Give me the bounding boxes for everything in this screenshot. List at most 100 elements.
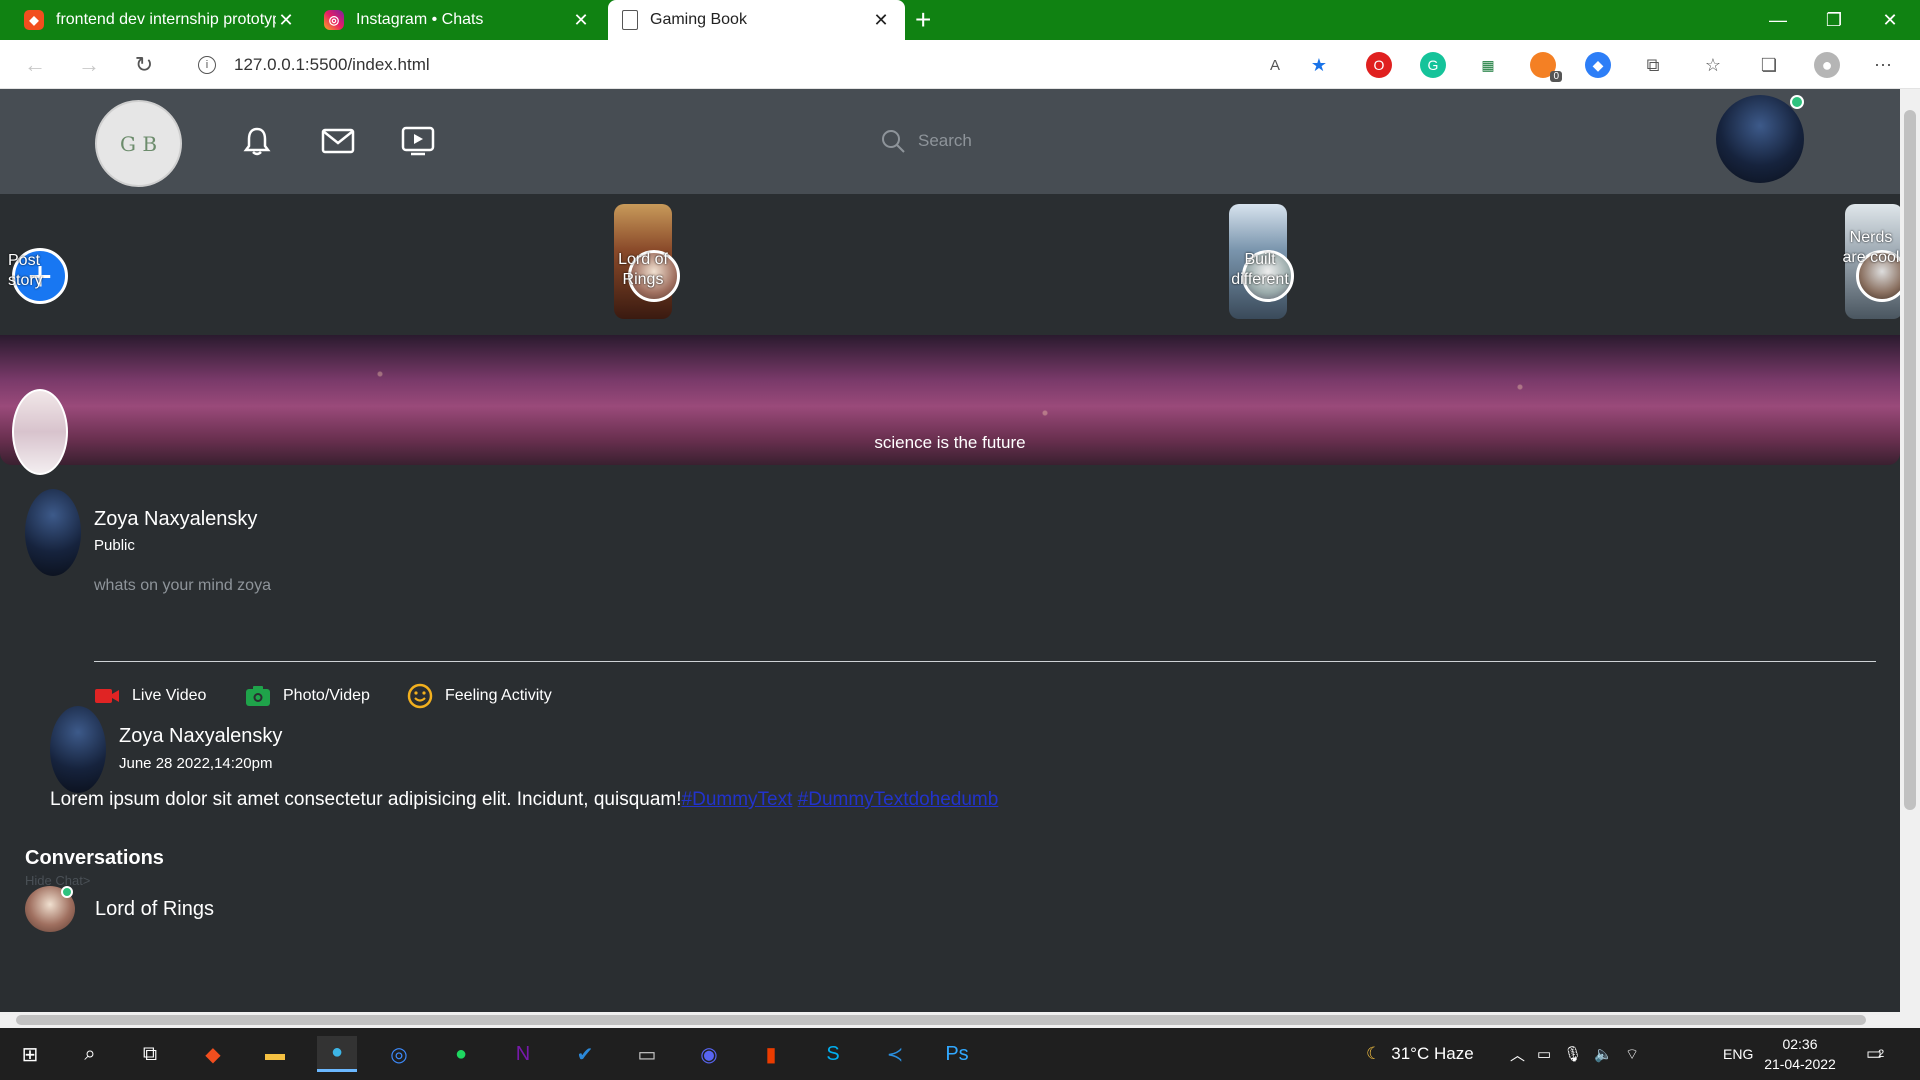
- network-icon[interactable]: ⌔: [1625, 1045, 1639, 1064]
- video-camera-icon: [94, 683, 120, 709]
- windows-taskbar: ⊞ ⌕ ⧉ ◆ ▬ ● ◎ ● N ✔ ▭ ◉ ▮ S ≺ Ps ☾ 31°C …: [0, 1028, 1920, 1080]
- smiley-icon: [407, 683, 433, 709]
- file-explorer-icon[interactable]: ▬: [255, 1036, 295, 1072]
- refresh-icon[interactable]: ↻: [127, 48, 161, 82]
- chevron-up-icon[interactable]: ︿: [1510, 1044, 1525, 1065]
- search-bar: [880, 125, 1180, 157]
- post-text: Lorem ipsum dolor sit amet consectetur a…: [50, 789, 682, 810]
- spotify-icon[interactable]: ●: [441, 1036, 481, 1072]
- office-icon[interactable]: ▮: [751, 1036, 791, 1072]
- site-header: G B: [0, 89, 1900, 194]
- onenote-icon[interactable]: N: [503, 1036, 543, 1072]
- horizontal-scrollbar-thumb[interactable]: [16, 1015, 1866, 1025]
- todo-check-icon[interactable]: ✔: [565, 1036, 605, 1072]
- vscode-icon[interactable]: ≺: [875, 1036, 915, 1072]
- collections-icon[interactable]: ❏: [1756, 52, 1782, 78]
- page-viewport: G B + Post story Lord of Rings Built dif…: [0, 89, 1900, 1012]
- site-logo[interactable]: G B: [95, 100, 182, 187]
- opera-icon[interactable]: O: [1366, 52, 1392, 78]
- close-tab-icon[interactable]: ✕: [571, 10, 591, 31]
- extensions-puzzle-icon[interactable]: ⧉: [1640, 52, 1666, 78]
- post-composer-input[interactable]: [94, 577, 1874, 595]
- extension-orange-icon[interactable]: 0: [1530, 52, 1562, 82]
- sheets-icon[interactable]: ▦: [1475, 52, 1501, 78]
- composer-avatar: [25, 489, 81, 576]
- story-label: Lord of Rings: [618, 251, 668, 288]
- edge-browser-icon[interactable]: ●: [317, 1036, 357, 1072]
- tab-instagram[interactable]: ◎ Instagram • Chats ✕: [310, 0, 605, 40]
- search-input[interactable]: [918, 131, 1158, 151]
- post-story-label: Post story: [8, 252, 43, 289]
- search-icon[interactable]: [880, 128, 906, 154]
- banner-avatar[interactable]: [12, 389, 68, 475]
- more-menu-icon[interactable]: ⋯: [1870, 52, 1896, 78]
- git-app-icon[interactable]: ◆: [193, 1036, 233, 1072]
- instagram-icon: ◎: [324, 10, 344, 30]
- story-label: Nerds are cool: [1842, 229, 1900, 266]
- system-tray-icons: ︿ ▭ 🎙 🔈 ⌔: [1510, 1028, 1651, 1080]
- composer-username: Zoya Naxyalensky: [94, 508, 258, 530]
- weather-widget[interactable]: ☾ 31°C Haze: [1366, 1028, 1474, 1080]
- profile-icon[interactable]: ●: [1814, 52, 1840, 78]
- live-video-button[interactable]: Live Video: [94, 681, 206, 711]
- page-icon: [622, 10, 638, 30]
- tab-gaming-book[interactable]: Gaming Book ✕: [608, 0, 905, 40]
- weather-moon-icon: ☾: [1366, 1044, 1382, 1063]
- skype-icon[interactable]: S: [813, 1036, 853, 1072]
- profile-avatar[interactable]: [1716, 95, 1804, 183]
- post-author-avatar[interactable]: [50, 706, 106, 793]
- composer-divider: [94, 661, 1876, 662]
- url-field[interactable]: i 127.0.0.1:5500/index.html: [180, 46, 1345, 83]
- info-icon[interactable]: i: [198, 55, 216, 74]
- address-bar: ← → ↻ i 127.0.0.1:5500/index.html A ★ O …: [0, 40, 1920, 89]
- figma-icon: ◆: [24, 10, 44, 30]
- feeling-activity-button[interactable]: Feeling Activity: [407, 681, 552, 711]
- windows-start-icon[interactable]: ⊞: [10, 1036, 50, 1072]
- online-status-dot: [61, 886, 73, 898]
- photoshop-icon[interactable]: Ps: [937, 1036, 977, 1072]
- discord-icon[interactable]: ◉: [689, 1036, 729, 1072]
- notification-bell-icon[interactable]: [237, 121, 277, 161]
- conversation-item[interactable]: Lord of Rings: [25, 885, 214, 933]
- forward-icon[interactable]: →: [72, 48, 106, 82]
- minimize-icon[interactable]: —: [1750, 0, 1806, 40]
- tab-figma[interactable]: ◆ frontend dev internship prototyp ✕: [10, 0, 310, 40]
- post-body: Lorem ipsum dolor sit amet consectetur a…: [50, 789, 998, 811]
- post-timestamp: June 28 2022,14:20pm: [119, 755, 273, 772]
- microphone-icon[interactable]: 🎙: [1563, 1045, 1582, 1063]
- back-icon[interactable]: ←: [18, 48, 52, 82]
- terminal-icon[interactable]: ▭: [627, 1036, 667, 1072]
- hashtag-link[interactable]: #DummyTextdohedumb: [798, 789, 999, 810]
- volume-icon[interactable]: 🔈: [1594, 1045, 1613, 1063]
- extension-blue-icon[interactable]: ◆: [1585, 52, 1611, 78]
- safari-compass-icon[interactable]: ◎: [379, 1036, 419, 1072]
- camera-icon: [245, 683, 271, 709]
- task-view-icon[interactable]: ⧉: [130, 1036, 170, 1072]
- search-icon[interactable]: ⌕: [70, 1036, 110, 1072]
- mail-icon[interactable]: [318, 121, 358, 161]
- favorites-icon[interactable]: ☆: [1700, 52, 1726, 78]
- story-label: Built different: [1231, 251, 1289, 288]
- favorite-star-icon[interactable]: ★: [1306, 52, 1332, 78]
- read-aloud-icon[interactable]: A: [1262, 52, 1288, 78]
- conversation-name: Lord of Rings: [95, 897, 214, 920]
- conversations-heading: Conversations: [25, 847, 164, 869]
- close-window-icon[interactable]: ✕: [1862, 0, 1918, 40]
- system-clock[interactable]: 02:36 21-04-2022: [1755, 1034, 1845, 1074]
- conversation-avatar: [25, 886, 75, 932]
- vertical-scrollbar-thumb[interactable]: [1904, 110, 1916, 810]
- close-tab-icon[interactable]: ✕: [871, 10, 891, 31]
- photo-video-button[interactable]: Photo/Videp: [245, 681, 370, 711]
- battery-icon[interactable]: ▭: [1537, 1045, 1551, 1063]
- hashtag-link[interactable]: #DummyText: [682, 789, 793, 810]
- video-play-icon[interactable]: [398, 121, 438, 161]
- close-tab-icon[interactable]: ✕: [276, 10, 296, 31]
- grammarly-icon[interactable]: G: [1420, 52, 1446, 78]
- restore-icon[interactable]: ❐: [1806, 0, 1862, 40]
- new-tab-button[interactable]: +: [915, 4, 931, 36]
- browser-tab-bar: ◆ frontend dev internship prototyp ✕ ◎ I…: [0, 0, 1920, 40]
- notification-center-icon[interactable]: ▭ 2: [1866, 1028, 1884, 1080]
- composer-visibility[interactable]: Public: [94, 537, 135, 554]
- language-indicator[interactable]: ENG: [1723, 1028, 1753, 1080]
- post-author-name[interactable]: Zoya Naxyalensky: [119, 725, 282, 748]
